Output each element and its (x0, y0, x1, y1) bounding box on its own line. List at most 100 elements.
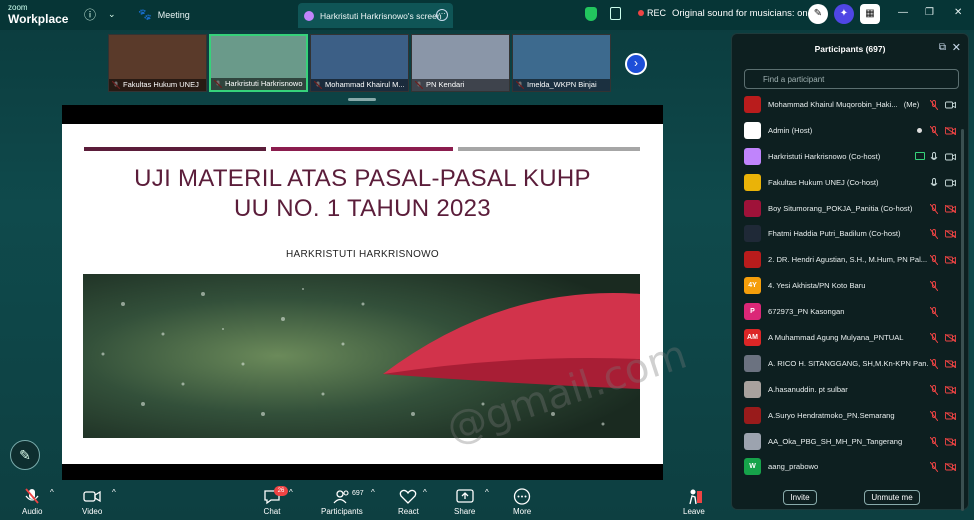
participants-options-caret[interactable]: ^ (371, 488, 375, 497)
audio-label: Audio (22, 507, 43, 516)
panel-scrollbar[interactable] (961, 129, 964, 511)
notes-icon[interactable] (610, 7, 621, 20)
video-thumbnail[interactable]: Imelda_WKPN Binjai (512, 34, 611, 92)
muted-mic-icon[interactable] (930, 333, 938, 344)
share-label: Share (454, 507, 476, 516)
participant-name-text: aang_prabowo (768, 462, 819, 472)
muted-mic-icon[interactable] (930, 410, 938, 421)
mic-icon[interactable] (930, 151, 938, 162)
participant-name-text: Mohammad Khairul Muqorobin_Haki... (768, 100, 898, 109)
close-icon[interactable]: ✕ (952, 41, 961, 54)
participant-row[interactable]: AM A Muhammad Agung Mulyana_PNTUAL (732, 325, 970, 351)
participant-name-text: Fhatmi Haddia Putri_Badilum (Co-host) (768, 229, 901, 239)
original-sound-status[interactable]: Original sound for musicians: on (672, 8, 808, 19)
ai-companion-icon[interactable]: ✦ (834, 4, 854, 24)
participant-search-input[interactable] (744, 69, 959, 89)
muted-mic-icon[interactable] (930, 229, 938, 240)
audio-button[interactable]: Audio (22, 488, 42, 516)
participant-row[interactable]: Boy Situmorang_POKJA_Panitia (Co-host) (732, 196, 970, 222)
more-options-icon[interactable]: ⋯ (436, 9, 448, 21)
participant-row[interactable]: Waang_prabowo (732, 454, 970, 480)
participant-name-text: A. RICO H. SITANGGANG, SH,M.Kn-KPN Pan..… (768, 358, 928, 368)
participant-row[interactable]: Harkristuti Harkrisnowo (Co-host) (732, 144, 970, 170)
presentation-slide: UJI MATERIL ATAS PASAL-PASAL KUHP UU NO.… (62, 124, 692, 464)
video-on-icon (945, 179, 956, 187)
participant-name: AA_Oka_PBG_SH_MH_PN_Tangerang (768, 437, 928, 446)
participant-row[interactable]: A.hasanuddin. pt sulbar (732, 377, 970, 403)
video-thumbnail[interactable]: Harkristuti Harkrisnowo (209, 34, 308, 92)
meeting-button[interactable]: 🐾 Meeting (138, 8, 190, 21)
audio-options-caret[interactable]: ^ (50, 488, 54, 497)
participant-row[interactable]: Mohammad Khairul Muqorobin_Haki... (Me) (732, 92, 970, 118)
muted-mic-icon[interactable] (930, 281, 938, 292)
more-button[interactable]: More (513, 488, 531, 516)
muted-mic-icon[interactable] (930, 384, 938, 395)
muted-mic-icon[interactable] (930, 462, 938, 473)
muted-mic-icon[interactable] (930, 307, 938, 318)
shield-icon[interactable] (585, 7, 597, 21)
participant-row[interactable]: Admin (Host) (732, 118, 970, 144)
avatar (744, 380, 761, 398)
video-button[interactable]: Video (82, 488, 102, 516)
react-options-caret[interactable]: ^ (423, 488, 427, 497)
participant-name: Admin (Host) (768, 126, 928, 135)
participant-row[interactable]: 4Y 4. Yesi Akhista/PN Koto Baru (732, 273, 970, 299)
participant-name: A Muhammad Agung Mulyana_PNTUAL (768, 333, 928, 342)
muted-mic-icon[interactable] (930, 436, 938, 447)
participant-row[interactable]: AA_Oka_PBG_SH_MH_PN_Tangerang (732, 429, 970, 455)
muted-mic-icon[interactable] (930, 125, 938, 136)
minimize-icon[interactable]: — (898, 7, 908, 18)
participant-row[interactable]: A. RICO H. SITANGGANG, SH,M.Kn-KPN Pan..… (732, 351, 970, 377)
video-thumbnail[interactable]: Fakultas Hukum UNEJ (108, 34, 207, 92)
slide-title-line1: UJI MATERIL ATAS PASAL-PASAL KUHP (134, 165, 591, 192)
share-options-caret[interactable]: ^ (485, 488, 489, 497)
react-button[interactable]: React (398, 488, 419, 516)
participant-row[interactable]: P 672973_PN Kasongan (732, 299, 970, 325)
next-page-button[interactable]: › (625, 53, 647, 75)
apps-icon[interactable]: ▦ (860, 4, 880, 24)
participants-panel: Participants (697) ⧉ ✕ Mohammad Khairul … (731, 33, 970, 511)
avatar (744, 199, 761, 217)
video-thumbnail[interactable]: PN Kendari (411, 34, 510, 92)
participant-row[interactable]: Fhatmi Haddia Putri_Badilum (Co-host) (732, 221, 970, 247)
participant-list: Mohammad Khairul Muqorobin_Haki... (Me) A… (732, 92, 970, 480)
meeting-toolbar: Audio ^ Video ^ Chat ^ Participants ^ Re… (0, 484, 730, 520)
share-button[interactable]: Share (454, 488, 475, 516)
video-options-caret[interactable]: ^ (112, 488, 116, 497)
unmute-me-button[interactable]: Unmute me (864, 490, 920, 505)
participant-row[interactable]: Fakultas Hukum UNEJ (Co-host) (732, 170, 970, 196)
screen-tab[interactable]: Harkristuti Harkrisnowo's screen ⋯ (298, 3, 453, 28)
drag-handle[interactable] (348, 98, 376, 101)
muted-mic-icon[interactable] (930, 358, 938, 369)
muted-mic-icon[interactable] (930, 255, 938, 266)
thumbnail-label: PN Kendari (412, 79, 509, 91)
close-window-icon[interactable]: ✕ (954, 7, 962, 18)
video-off-icon (945, 334, 956, 343)
leave-button[interactable]: Leave (683, 488, 705, 516)
brand-line2: Workplace (8, 12, 69, 26)
muted-mic-icon[interactable] (930, 203, 938, 214)
video-label: Video (82, 507, 103, 516)
participant-row[interactable]: 2. DR. Hendri Agustian, S.H., M.Hum, PN … (732, 247, 970, 273)
restore-icon[interactable]: ❐ (925, 7, 934, 18)
video-thumbnail[interactable]: Mohammad Khairul M... (310, 34, 409, 92)
popout-icon[interactable]: ⧉ (939, 42, 946, 53)
avatar (744, 96, 761, 113)
avatar (744, 173, 761, 191)
participant-row[interactable]: A.Suryo Hendratmoko_PN.Semarang (732, 403, 970, 429)
invite-button[interactable]: Invite (783, 490, 817, 505)
mic-icon[interactable] (930, 177, 938, 188)
muted-mic-icon[interactable] (930, 100, 938, 110)
chat-options-caret[interactable]: ^ (289, 488, 293, 497)
info-icon[interactable]: ⓘ (84, 6, 96, 23)
annotate-pen-button[interactable]: ✎ (10, 440, 40, 470)
participant-name-text: Boy Situmorang_POKJA_Panitia (Co-host) (768, 203, 913, 213)
video-off-icon (945, 230, 956, 239)
recording-indicator[interactable]: REC (638, 8, 666, 18)
thumbnail-label: Harkristuti Harkrisnowo (211, 78, 306, 90)
pen-icon[interactable]: ✎ (808, 4, 828, 24)
chat-unread-badge: 26 (274, 486, 288, 496)
participant-name-text: 4. Yesi Akhista/PN Koto Baru (768, 281, 866, 291)
chevron-down-icon[interactable]: ⌄ (108, 9, 116, 20)
participants-label: Participants (321, 507, 363, 516)
